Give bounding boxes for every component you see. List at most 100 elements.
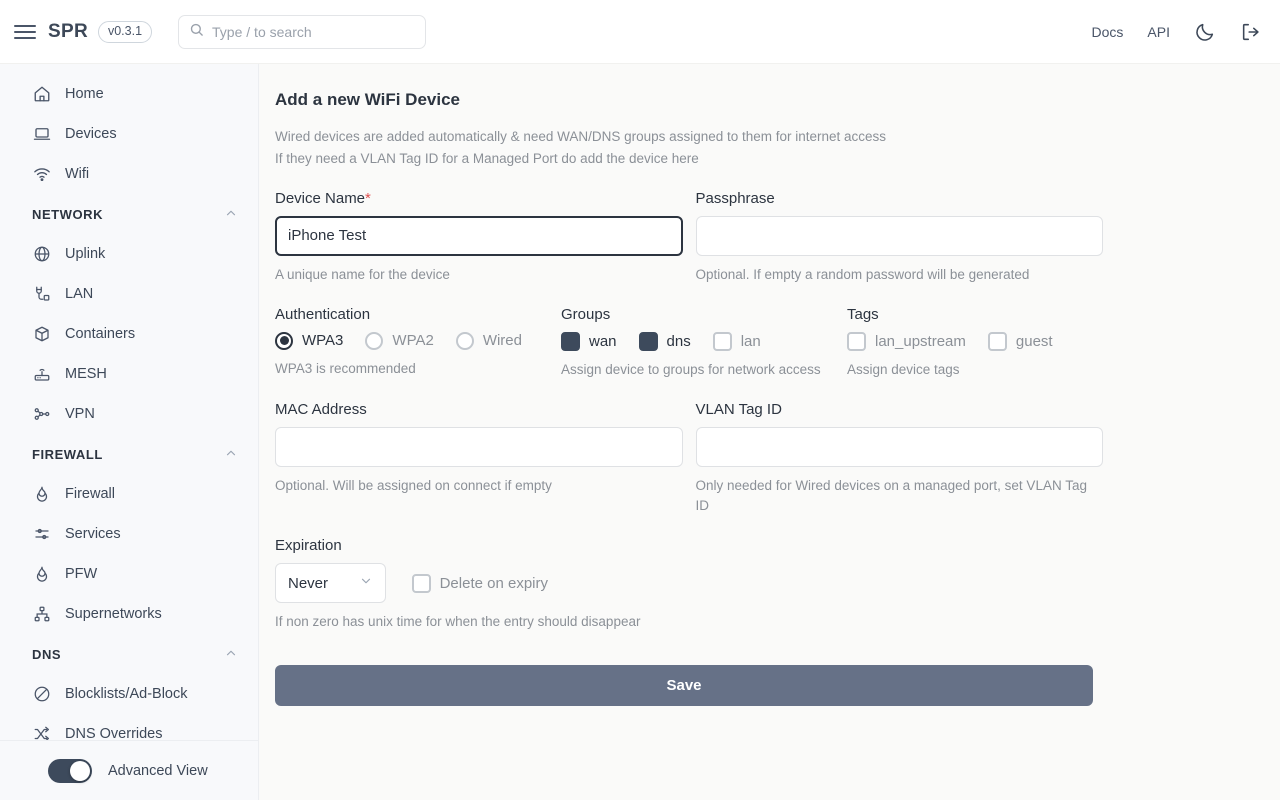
checkbox-icon-checked bbox=[638, 331, 658, 351]
sidebar-item-label: Services bbox=[65, 526, 121, 542]
laptop-icon bbox=[32, 125, 51, 144]
sidebar-item-containers[interactable]: Containers bbox=[0, 314, 258, 354]
advanced-view-toggle[interactable] bbox=[48, 758, 92, 783]
checkbox-guest[interactable]: guest bbox=[987, 331, 1053, 351]
search-box[interactable] bbox=[178, 14, 427, 49]
passphrase-input[interactable] bbox=[695, 215, 1103, 256]
sidebar-group-dns[interactable]: DNS bbox=[0, 634, 258, 674]
sidebar-item-firewall[interactable]: Firewall bbox=[0, 474, 258, 514]
expiration-select[interactable]: Never bbox=[275, 563, 386, 604]
checkbox-icon-checked bbox=[561, 331, 580, 351]
checkbox-label: guest bbox=[1015, 332, 1053, 350]
logout-icon[interactable] bbox=[1240, 21, 1262, 43]
sidebar-item-vpn[interactable]: VPN bbox=[0, 394, 258, 434]
tags-group: Tags lan_upstream guest Assign device ta… bbox=[847, 306, 1120, 381]
version-badge: v0.3.1 bbox=[97, 20, 153, 43]
passphrase-label: Passphrase bbox=[695, 189, 775, 207]
sidebar-item-pfw[interactable]: PFW bbox=[0, 554, 258, 594]
sidebar-group-firewall[interactable]: FIREWALL bbox=[0, 434, 258, 474]
flame-icon bbox=[32, 565, 51, 584]
vlan-tag-input[interactable] bbox=[695, 426, 1103, 467]
mac-address-group: MAC Address Optional. Will be assigned o… bbox=[275, 401, 683, 518]
expiration-group: Expiration Never Delete on expiry If non… bbox=[275, 537, 640, 633]
checkbox-icon bbox=[712, 331, 732, 351]
sidebar-item-label: Supernetworks bbox=[65, 606, 162, 622]
sidebar-item-label: Containers bbox=[65, 326, 136, 342]
chevron-up-icon bbox=[224, 646, 238, 663]
sidebar-item-label: DNS Overrides bbox=[65, 726, 163, 740]
checkbox-label: lan_upstream bbox=[875, 332, 966, 350]
device-name-input[interactable] bbox=[275, 215, 683, 256]
nodes-icon bbox=[32, 405, 51, 424]
sidebar-item-supernetworks[interactable]: Supernetworks bbox=[0, 594, 258, 634]
form-row-network: MAC Address Optional. Will be assigned o… bbox=[275, 401, 1103, 518]
brand-logo[interactable]: SPR bbox=[48, 21, 88, 43]
checkbox-lan-upstream[interactable]: lan_upstream bbox=[847, 331, 966, 351]
sidebar-item-devices[interactable]: Devices bbox=[0, 114, 258, 154]
save-button[interactable]: Save bbox=[275, 665, 1093, 707]
cable-icon bbox=[32, 285, 51, 304]
moon-icon[interactable] bbox=[1194, 21, 1216, 43]
search-icon bbox=[189, 22, 204, 42]
radio-wired[interactable]: Wired bbox=[455, 331, 522, 350]
sidebar-item-label: MESH bbox=[65, 366, 107, 382]
groups-label: Groups bbox=[561, 305, 611, 323]
device-name-group: Device Name* A unique name for the devic… bbox=[275, 190, 683, 286]
chevron-down-icon bbox=[359, 574, 373, 592]
sidebar-item-blocklists[interactable]: Blocklists/Ad-Block bbox=[0, 674, 258, 714]
groups-options: wan dns lan bbox=[561, 331, 834, 351]
radio-wpa3[interactable]: WPA3 bbox=[275, 331, 343, 350]
authentication-options: WPA3 WPA2 Wired bbox=[275, 331, 548, 350]
chevron-up-icon bbox=[224, 206, 238, 223]
api-link[interactable]: API bbox=[1147, 24, 1170, 40]
hamburger-icon[interactable] bbox=[14, 21, 36, 43]
sidebar-item-label: LAN bbox=[65, 286, 94, 302]
checkbox-wan[interactable]: wan bbox=[561, 331, 617, 351]
tags-options: lan_upstream guest bbox=[847, 331, 1120, 351]
checkbox-lan[interactable]: lan bbox=[712, 331, 761, 351]
form-row-options: Authentication WPA3 WPA2 Wired WPA3 is r… bbox=[275, 306, 1103, 381]
radio-wpa2[interactable]: WPA2 bbox=[365, 331, 434, 350]
sidebar-item-mesh[interactable]: MESH bbox=[0, 354, 258, 394]
add-wifi-device-form: Add a new WiFi Device Wired devices are … bbox=[259, 90, 1119, 707]
main-content: Add a new WiFi Device Wired devices are … bbox=[259, 64, 1280, 800]
sidebar-item-label: Blocklists/Ad-Block bbox=[65, 686, 188, 702]
sidebar-group-label: DNS bbox=[32, 646, 62, 662]
radio-icon bbox=[455, 331, 474, 350]
radio-icon-selected bbox=[275, 331, 293, 350]
sidebar-item-dns-overrides[interactable]: DNS Overrides bbox=[0, 714, 258, 740]
docs-link[interactable]: Docs bbox=[1092, 24, 1124, 40]
groups-hint: Assign device to groups for network acce… bbox=[561, 361, 821, 377]
page-title: Add a new WiFi Device bbox=[275, 90, 460, 109]
sidebar-item-wifi[interactable]: Wifi bbox=[0, 154, 258, 194]
mac-address-input[interactable] bbox=[275, 426, 683, 467]
checkbox-label: lan bbox=[740, 332, 761, 350]
sidebar-item-label: Firewall bbox=[65, 486, 115, 502]
sidebar-group-network[interactable]: NETWORK bbox=[0, 194, 258, 234]
toggle-knob bbox=[70, 760, 90, 781]
app-root: SPR v0.3.1 Docs API bbox=[0, 0, 1280, 800]
sidebar-item-services[interactable]: Services bbox=[0, 514, 258, 554]
sidebar-item-label: Home bbox=[65, 86, 104, 102]
checkbox-delete-on-expiry[interactable]: Delete on expiry bbox=[411, 573, 548, 593]
sidebar-item-lan[interactable]: LAN bbox=[0, 274, 258, 314]
ban-icon bbox=[32, 685, 51, 704]
vlan-tag-group: VLAN Tag ID Only needed for Wired device… bbox=[695, 400, 1103, 518]
sidebar-group-label: NETWORK bbox=[32, 206, 104, 222]
vlan-tag-label: VLAN Tag ID bbox=[695, 400, 782, 418]
checkbox-label: wan bbox=[589, 332, 617, 350]
device-name-label: Device Name* bbox=[275, 189, 371, 207]
expiration-label: Expiration bbox=[275, 537, 342, 555]
expiration-selected-value: Never bbox=[288, 574, 329, 592]
sidebar-scroll[interactable]: Home Devices Wifi NETWORK Uplink LAN Con… bbox=[0, 64, 258, 740]
radio-label: Wired bbox=[482, 332, 522, 350]
search-input[interactable] bbox=[212, 23, 416, 40]
checkbox-dns[interactable]: dns bbox=[638, 331, 691, 351]
sidebar-item-home[interactable]: Home bbox=[0, 74, 258, 114]
checkbox-icon bbox=[987, 331, 1007, 351]
sidebar-item-uplink[interactable]: Uplink bbox=[0, 234, 258, 274]
mac-address-hint: Optional. Will be assigned on connect if… bbox=[275, 477, 552, 493]
sidebar-item-label: VPN bbox=[65, 406, 95, 422]
chevron-up-icon bbox=[224, 446, 238, 463]
radio-label: WPA2 bbox=[392, 332, 434, 350]
